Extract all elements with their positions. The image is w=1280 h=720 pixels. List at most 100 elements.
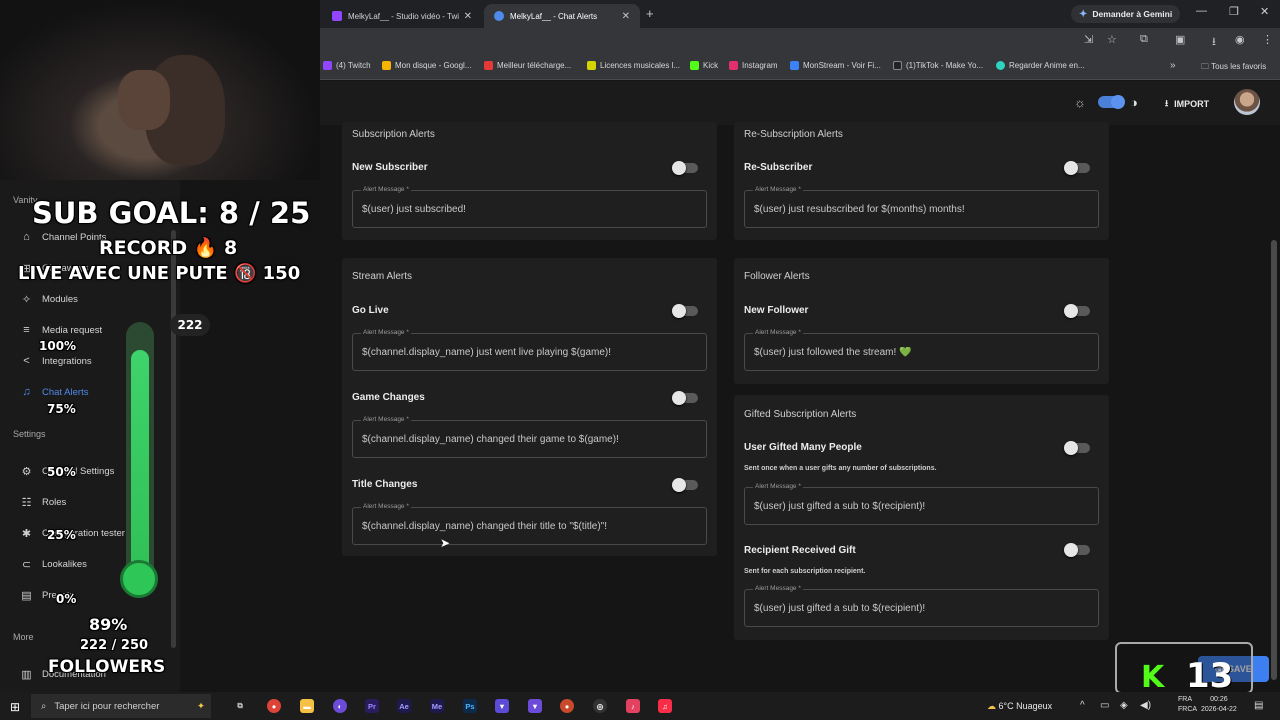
title-changes-message-input[interactable] — [362, 521, 702, 532]
profile-icon[interactable]: ◉ — [1235, 33, 1245, 46]
user-gifted-many-toggle[interactable] — [1064, 441, 1090, 455]
bookmark-tiktok[interactable]: (1)TikTok - Make Yo... — [893, 61, 983, 70]
field-label: Alert Message * — [753, 329, 803, 336]
sidebar-item-integrations[interactable]: < Integrations — [20, 355, 91, 367]
app-icon[interactable]: ● — [560, 699, 574, 713]
go-live-toggle[interactable] — [672, 304, 698, 318]
tray-chevron-icon[interactable]: ^ — [1080, 700, 1085, 711]
windows-start-icon[interactable]: ⊞ — [10, 700, 20, 714]
minimize-icon[interactable]: — — [1196, 5, 1207, 17]
game-changes-toggle[interactable] — [672, 391, 698, 405]
sparkle-icon: ✦ — [197, 700, 205, 712]
bookmark-kick[interactable]: Kick — [690, 61, 718, 70]
bookmark-anime[interactable]: Regarder Anime en... — [996, 61, 1085, 70]
new-follower-message-input[interactable] — [754, 347, 1094, 358]
resubscriber-toggle[interactable] — [1064, 161, 1090, 175]
all-bookmarks[interactable]: 🗀 Tous les favoris — [1201, 61, 1266, 75]
theme-toggle[interactable] — [1098, 95, 1125, 109]
clock[interactable]: 00:26 2026-04-22 — [1201, 695, 1237, 715]
import-button[interactable]: ⭳ IMPORT — [1165, 96, 1209, 112]
new-subscriber-message-field[interactable]: Alert Message * — [352, 186, 707, 228]
follower-alerts-card: Follower Alerts New Follower Alert Messa… — [734, 258, 1109, 384]
game-changes-message-field[interactable]: Alert Message * — [352, 416, 707, 458]
new-subscriber-message-input[interactable] — [362, 204, 702, 215]
bookmark-download[interactable]: Meilleur télécharge... — [484, 61, 571, 70]
sidebar-item-media-request[interactable]: ≡ Media request — [20, 324, 102, 336]
gemini-button[interactable]: ✦ Demander à Gemini — [1071, 5, 1181, 23]
sidebar-item-modules[interactable]: ✧ Modules — [20, 293, 78, 306]
recipient-received-gift-message-input[interactable] — [754, 603, 1094, 614]
weather-widget[interactable]: ☁ 6°C Nuageux — [987, 701, 1052, 712]
taskbar-search[interactable]: ⌕ Taper ici pour rechercher ✦ — [31, 694, 211, 718]
sidebar-scrollbar[interactable] — [171, 230, 176, 648]
keyboard-language[interactable]: FRA FRCA — [1178, 695, 1197, 715]
recipient-received-gift-message-field[interactable]: Alert Message * — [744, 585, 1099, 627]
notifications-icon[interactable]: ▤ — [1254, 700, 1263, 711]
download-icon[interactable]: ⭳ — [1212, 33, 1216, 52]
tab-label: MelkyLaf__ - Studio vidéo - Twi — [348, 11, 460, 21]
sidebar-item-channel-points[interactable]: ⌂ Channel Points — [20, 231, 106, 243]
sidebar-item-label: Channel Points — [42, 231, 107, 243]
avatar[interactable] — [1234, 89, 1260, 115]
bookmark-monstream[interactable]: MonStream - Voir Fi... — [790, 61, 881, 70]
follower-goal-fill — [131, 350, 149, 585]
bookmark-instagram[interactable]: Instagram — [729, 61, 778, 70]
close-icon[interactable]: ✕ — [464, 11, 472, 22]
tiktok-icon — [893, 61, 902, 70]
close-icon[interactable]: ✕ — [622, 11, 630, 22]
new-subscriber-toggle[interactable] — [672, 161, 698, 175]
install-icon[interactable]: ⇲ — [1084, 33, 1093, 46]
sidepanel-icon[interactable]: ▣ — [1175, 33, 1185, 46]
resubscriber-message-input[interactable] — [754, 204, 1094, 215]
photoshop-icon[interactable]: Ps — [463, 699, 477, 713]
vpn-shield-icon[interactable]: ▼ — [495, 699, 509, 713]
window-close-icon[interactable]: ✕ — [1260, 5, 1269, 18]
title-changes-message-field[interactable]: Alert Message * — [352, 503, 707, 545]
browser-tab-chat-alerts[interactable]: MelkyLaf__ - Chat Alerts ✕ — [484, 4, 640, 28]
obs-icon[interactable]: ◐ — [333, 699, 347, 713]
maximize-icon[interactable]: ❐ — [1229, 5, 1239, 18]
shield-icon[interactable]: ▼ — [528, 699, 542, 713]
media-encoder-icon[interactable]: Me — [430, 699, 444, 713]
volume-icon[interactable]: ◀) — [1140, 700, 1151, 711]
twitch-icon — [332, 11, 342, 21]
after-effects-icon[interactable]: Ae — [397, 699, 411, 713]
premiere-icon[interactable]: Pr — [365, 699, 379, 713]
user-gifted-many-message-field[interactable]: Alert Message * — [744, 483, 1099, 525]
user-gifted-many-message-input[interactable] — [754, 501, 1094, 512]
network-icon[interactable]: ◈ — [1120, 700, 1128, 711]
menu-icon[interactable]: ⋮ — [1262, 33, 1273, 46]
game-changes-message-input[interactable] — [362, 434, 702, 445]
bookmark-star-icon[interactable]: ☆ — [1107, 33, 1117, 46]
chrome-taskbar-icon[interactable]: ● — [267, 699, 281, 713]
music-icon[interactable]: ♫ — [658, 699, 672, 713]
new-follower-message-field[interactable]: Alert Message * — [744, 329, 1099, 371]
title-changes-toggle[interactable] — [672, 478, 698, 492]
sidebar-item-roles[interactable]: ☷ Roles — [20, 496, 67, 509]
bookmark-twitch[interactable]: (4) Twitch — [323, 61, 371, 70]
bookmark-label: Mon disque - Googl... — [395, 61, 472, 70]
row-label: User Gifted Many People — [744, 442, 862, 453]
bookmark-music[interactable]: Licences musicales l... — [587, 61, 680, 70]
sidebar-item-lookalikes[interactable]: ⊂ Lookalikes — [20, 558, 87, 571]
bookmarks-overflow-icon[interactable]: » — [1170, 60, 1176, 71]
goal-75-label: 75% — [47, 402, 76, 416]
sidebar-item-chat-alerts[interactable]: ♫ Chat Alerts — [20, 386, 88, 398]
new-follower-toggle[interactable] — [1064, 304, 1090, 318]
resubscriber-message-field[interactable]: Alert Message * — [744, 186, 1099, 228]
new-tab-icon[interactable]: + — [646, 6, 654, 21]
row-label: Title Changes — [352, 479, 418, 490]
go-live-message-field[interactable]: Alert Message * — [352, 329, 707, 371]
bookmark-drive[interactable]: Mon disque - Googl... — [382, 61, 471, 70]
main-scrollbar[interactable] — [1271, 240, 1277, 680]
file-explorer-icon[interactable]: ▬ — [300, 699, 314, 713]
extensions-icon[interactable]: ⧉ — [1140, 33, 1148, 46]
capcut-icon[interactable]: ◎ — [593, 699, 607, 713]
browser-tab-studio[interactable]: MelkyLaf__ - Studio vidéo - Twi ✕ — [322, 4, 482, 28]
battery-icon[interactable]: ▭ — [1100, 700, 1109, 711]
recipient-received-gift-toggle[interactable] — [1064, 543, 1090, 557]
followers-label: FOLLOWERS — [48, 657, 166, 677]
tiktok-taskbar-icon[interactable]: ♪ — [626, 699, 640, 713]
go-live-message-input[interactable] — [362, 347, 702, 358]
task-view-icon[interactable]: ⧉ — [233, 699, 247, 713]
